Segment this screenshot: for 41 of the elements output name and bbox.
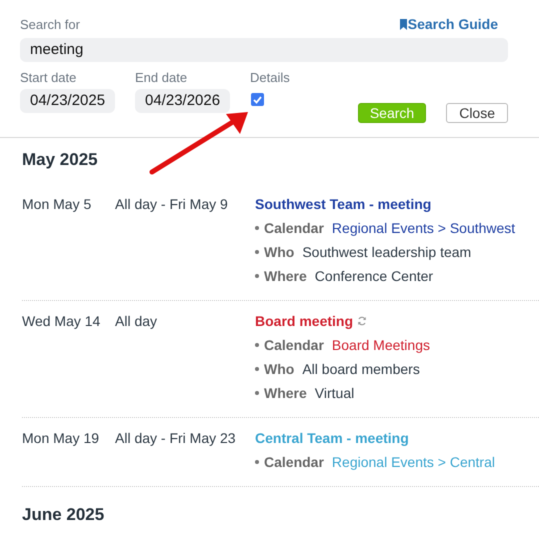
field-label: Start date — [20, 70, 78, 85]
event-date: Mon May 19 — [22, 430, 100, 448]
bullet-icon — [255, 274, 259, 278]
event-time: All day - Fri May 23 — [115, 430, 237, 448]
event-date: Wed May 14 — [22, 313, 102, 331]
close-button[interactable]: Close — [446, 103, 508, 123]
event-date: Mon May 5 — [22, 196, 92, 214]
detail-label: Where — [264, 268, 307, 284]
detail-label: Calendar — [264, 454, 324, 470]
bookmark-icon — [400, 18, 407, 30]
detail-value: Virtual — [314, 385, 354, 401]
bullet-icon — [255, 226, 259, 230]
field-label: Search for — [20, 16, 80, 32]
details-checkbox[interactable] — [251, 93, 264, 106]
bullet-icon — [255, 343, 259, 347]
calendar-link[interactable]: Board Meetings — [332, 337, 430, 353]
search-guide-link[interactable]: Search Guide — [400, 16, 498, 32]
detail-label: Who — [264, 244, 294, 260]
date-field[interactable]: 04/23/2026 — [135, 89, 230, 113]
field-label: Details — [250, 70, 290, 85]
date-field[interactable]: 04/23/2025 — [20, 89, 115, 113]
bullet-icon — [255, 367, 259, 371]
detail-value: Conference Center — [314, 268, 434, 284]
month-heading: May 2025 — [22, 149, 98, 171]
bullet-icon — [255, 250, 259, 254]
detail-label: Calendar — [264, 337, 324, 353]
detail-value: All board members — [302, 361, 420, 377]
detail-label: Who — [264, 361, 294, 377]
month-heading: June 2025 — [22, 504, 104, 526]
search-field[interactable]: meeting — [20, 38, 508, 62]
event-time: All day - Fri May 9 — [115, 196, 229, 214]
field-label: End date — [135, 70, 188, 85]
event-time: All day — [115, 313, 158, 331]
calendar-link[interactable]: Regional Events > Southwest — [332, 220, 516, 236]
bullet-icon — [255, 391, 259, 395]
event-title-link[interactable]: Board meeting — [255, 313, 354, 329]
detail-label: Calendar — [264, 220, 324, 236]
detail-label: Where — [264, 385, 307, 401]
bullet-icon — [255, 460, 259, 464]
event-title-link[interactable]: Southwest Team - meeting — [255, 196, 432, 212]
detail-value: Southwest leadership team — [302, 244, 472, 260]
